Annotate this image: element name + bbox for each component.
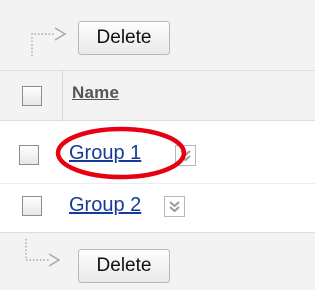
header-column-divider bbox=[62, 71, 63, 121]
name-column-header[interactable]: Name bbox=[72, 83, 119, 103]
row-checkbox[interactable] bbox=[22, 196, 42, 216]
double-chevron-down-icon bbox=[180, 150, 191, 162]
table-header-row bbox=[0, 71, 315, 121]
group-link[interactable]: Group 1 bbox=[69, 142, 141, 165]
delete-button[interactable]: Delete bbox=[78, 249, 170, 283]
table-row bbox=[0, 184, 315, 232]
double-chevron-down-icon bbox=[169, 201, 180, 213]
row-menu-button[interactable] bbox=[175, 145, 196, 166]
row-checkbox[interactable] bbox=[19, 145, 39, 165]
delete-button[interactable]: Delete bbox=[78, 21, 170, 55]
table-row bbox=[0, 121, 315, 184]
selection-arrow-icon bbox=[28, 24, 68, 59]
group-list-panel: Delete Name Group 1 Group 2 Delete bbox=[0, 0, 315, 290]
group-link[interactable]: Group 2 bbox=[69, 194, 141, 217]
row-menu-button[interactable] bbox=[164, 196, 185, 217]
select-all-checkbox[interactable] bbox=[22, 86, 42, 106]
selection-arrow-icon bbox=[22, 236, 62, 271]
